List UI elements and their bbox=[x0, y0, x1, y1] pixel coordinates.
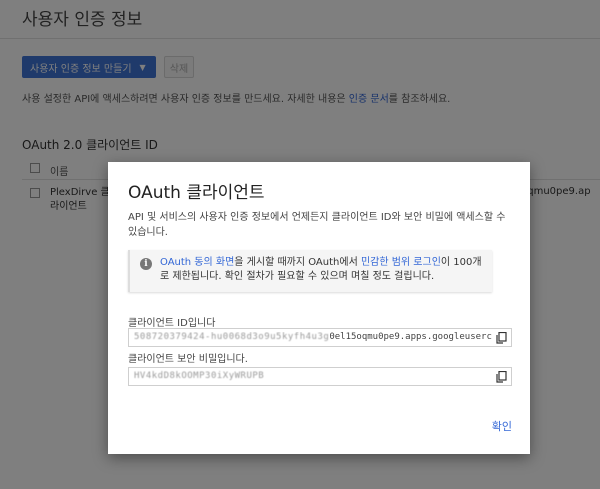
client-secret-label: 클라이언트 보안 비밀입니다. bbox=[128, 354, 248, 365]
client-secret-redacted: HV4kdD8kOOMP30iXyWRUPB bbox=[134, 371, 265, 381]
client-id-redacted: 508720379424-hu0068d3o9u5kyfh4u3g bbox=[134, 332, 330, 342]
notice-text: OAuth 동의 화면을 게시할 때까지 OAuth에서 민감한 범위 로그인이… bbox=[160, 256, 485, 284]
sensitive-scope-login-link[interactable]: 민감한 범위 로그인 bbox=[361, 257, 441, 268]
client-id-visible: 0el15oqmu0pe9.apps.googleusercontent.com bbox=[329, 332, 492, 342]
info-icon: i bbox=[140, 258, 152, 270]
notice-mid: 을 게시할 때까지 OAuth에서 bbox=[234, 257, 361, 268]
oauth-consent-screen-link[interactable]: OAuth 동의 화면 bbox=[160, 257, 234, 268]
dialog-title: OAuth 클라이언트 bbox=[128, 183, 265, 203]
client-id-field[interactable]: 508720379424-hu0068d3o9u5kyfh4u3g0el15oq… bbox=[128, 328, 512, 347]
client-id-label: 클라이언트 ID입니다 bbox=[128, 318, 216, 329]
ok-button[interactable]: 확인 bbox=[492, 418, 512, 434]
client-secret-field[interactable]: HV4kdD8kOOMP30iXyWRUPB bbox=[128, 367, 512, 386]
notice-box: i OAuth 동의 화면을 게시할 때까지 OAuth에서 민감한 범위 로그… bbox=[128, 250, 492, 292]
dialog-description: API 및 서비스의 사용자 인증 정보에서 언제든지 클라이언트 ID와 보안… bbox=[128, 212, 506, 238]
copy-icon[interactable] bbox=[496, 371, 507, 383]
client-id-value: 508720379424-hu0068d3o9u5kyfh4u3g0el15oq… bbox=[134, 332, 492, 342]
oauth-client-dialog: OAuth 클라이언트 API 및 서비스의 사용자 인증 정보에서 언제든지 … bbox=[108, 162, 530, 454]
copy-icon[interactable] bbox=[496, 332, 507, 344]
